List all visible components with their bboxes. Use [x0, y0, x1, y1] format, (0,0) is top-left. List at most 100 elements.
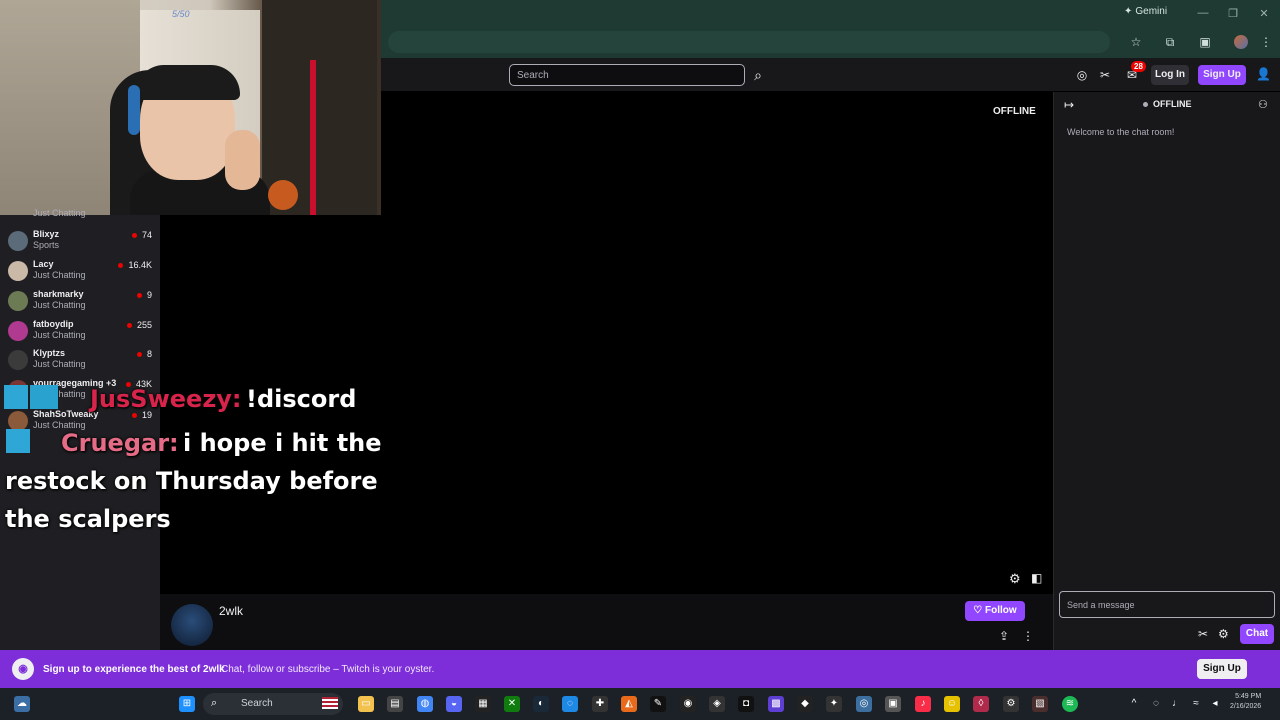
volume-icon[interactable]: ◂	[1207, 696, 1223, 712]
viewer-count: 8	[137, 349, 152, 359]
flag-icon	[322, 697, 338, 709]
sidebar-channel[interactable]: Lacy Just Chatting 16.4K	[0, 257, 160, 287]
follow-label: Follow	[985, 605, 1017, 616]
channel-info-bar	[160, 594, 1053, 650]
person-hand	[225, 130, 260, 190]
file-explorer-icon[interactable]: ▭	[358, 696, 374, 712]
browser-menu-icon[interactable]: ⋮	[1258, 34, 1274, 50]
player-settings-icon[interactable]: ⚙	[1009, 571, 1021, 587]
crown-icon[interactable]: ◎	[1074, 67, 1090, 83]
taskbar-clock[interactable]: 5:49 PM 2/16/2026	[1230, 692, 1261, 712]
chat-send-button[interactable]: Chat	[1240, 624, 1274, 644]
app-icon[interactable]: ◌	[562, 696, 578, 712]
user-icon[interactable]: 👤	[1256, 67, 1271, 81]
overlay-chat-username: Cruegar:	[61, 429, 179, 457]
gemini-button[interactable]: ✦ Gemini	[1124, 6, 1167, 17]
app-icon[interactable]: ◭	[621, 696, 637, 712]
search-input[interactable]: Search	[509, 64, 745, 86]
overlay-chat-message: i hope i hit the	[183, 429, 382, 457]
chrome-icon[interactable]: ◍	[417, 696, 433, 712]
channel-name: Klyptzs	[33, 348, 66, 358]
twitch-logo-icon: ◉	[12, 658, 34, 680]
app-icon[interactable]: ◈	[709, 696, 725, 712]
app-icon[interactable]: ▤	[387, 696, 403, 712]
close-button[interactable]: ✕	[1257, 7, 1271, 20]
theatre-mode-icon[interactable]: ◧	[1031, 571, 1042, 585]
heart-icon: ♡	[973, 605, 986, 616]
wifi-icon[interactable]: ≈	[1188, 696, 1204, 712]
basketball	[268, 180, 298, 210]
app-icon[interactable]: ◎	[856, 696, 872, 712]
taskbar-search-icon: ⌕	[211, 697, 218, 709]
network-icon[interactable]: ◌	[1148, 696, 1164, 712]
channel-name: sharkmarky	[33, 289, 84, 299]
app-icon[interactable]: ▦	[475, 696, 491, 712]
app-icon[interactable]: ◘	[738, 696, 754, 712]
channel-avatar	[8, 261, 28, 281]
clock-time: 5:49 PM	[1235, 693, 1262, 700]
microphone-icon[interactable]: ♩	[1169, 696, 1185, 712]
bookmark-star-icon[interactable]: ☆	[1128, 34, 1144, 50]
channel-avatar	[8, 291, 28, 311]
login-button[interactable]: Log In	[1151, 65, 1189, 85]
start-icon[interactable]: ⊞	[179, 696, 195, 712]
discord-icon[interactable]: ◒	[446, 696, 462, 712]
maximize-button[interactable]: ❐	[1226, 7, 1240, 20]
prime-icon[interactable]: ✂	[1097, 67, 1113, 83]
sidebar-channel[interactable]: Blixyz Sports 74	[0, 227, 160, 257]
channel-name: Lacy	[33, 259, 54, 269]
app-icon[interactable]: ⚙	[1003, 696, 1019, 712]
app-icon[interactable]: ◊	[973, 696, 989, 712]
channel-avatar[interactable]	[171, 604, 213, 646]
search-icon[interactable]: ⌕	[747, 64, 769, 86]
chat-panel	[1053, 92, 1280, 650]
share-icon[interactable]: ⇪	[999, 629, 1009, 643]
spotify-icon[interactable]: ≋	[1062, 696, 1078, 712]
channel-name[interactable]: 2wlk	[219, 604, 243, 618]
banner-headline: Sign up to experience the best of 2wlk	[43, 664, 225, 675]
app-icon[interactable]: ▧	[1032, 696, 1048, 712]
overlay-chat-username: JusSweezy:	[90, 385, 242, 413]
address-bar[interactable]	[388, 31, 1110, 53]
app-icon[interactable]: ◆	[797, 696, 813, 712]
led-strip	[310, 60, 316, 215]
chat-status: OFFLINE	[1143, 99, 1192, 109]
sidebar-channel[interactable]: sharkmarky Just Chatting 9	[0, 287, 160, 317]
banner-signup-button[interactable]: Sign Up	[1197, 659, 1247, 679]
chat-message-input[interactable]: Send a message	[1059, 591, 1275, 618]
widgets-icon[interactable]: ☁	[14, 696, 30, 712]
obs-icon[interactable]: ◉	[680, 696, 696, 712]
app-icon[interactable]: ✎	[650, 696, 666, 712]
app-icon[interactable]: ▩	[768, 696, 784, 712]
signup-button[interactable]: Sign Up	[1198, 65, 1246, 85]
more-options-icon[interactable]: ⋮	[1022, 629, 1034, 643]
viewer-count: 74	[132, 230, 152, 240]
steam-icon[interactable]: ◐	[533, 696, 549, 712]
sidebar-channel[interactable]: Klyptzs Just Chatting 8	[0, 346, 160, 376]
app-icon[interactable]: ✦	[826, 696, 842, 712]
sidepanel-icon[interactable]: ▣	[1197, 34, 1213, 50]
sidebar-partial-item: Just Chatting	[0, 208, 160, 221]
app-icon[interactable]: ☺	[944, 696, 960, 712]
follow-button[interactable]: ♡ Follow	[965, 601, 1025, 621]
channel-name: Blixyz	[33, 229, 60, 239]
minimize-button[interactable]: —	[1196, 7, 1210, 19]
gemini-label: Gemini	[1135, 6, 1168, 17]
xbox-icon[interactable]: ✕	[504, 696, 520, 712]
sidebar-channel[interactable]: fatboydip Just Chatting 255	[0, 317, 160, 347]
chat-settings-icon[interactable]: ⚙	[1218, 627, 1229, 641]
channel-points-icon[interactable]: ✂	[1198, 627, 1208, 641]
overlay-chat-message: the scalpers	[5, 505, 171, 533]
extensions-icon[interactable]: ⧉	[1162, 34, 1178, 50]
channel-category: Just Chatting	[33, 208, 86, 218]
tray-chevron-icon[interactable]: ^	[1126, 696, 1142, 712]
banner-subtext: Chat, follow or subscribe – Twitch is yo…	[221, 664, 435, 675]
app-icon[interactable]: ✚	[592, 696, 608, 712]
app-icon[interactable]: ▣	[885, 696, 901, 712]
community-icon[interactable]: ⚇	[1258, 98, 1268, 111]
profile-avatar[interactable]	[1234, 35, 1248, 49]
music-icon[interactable]: ♪	[915, 696, 931, 712]
collapse-chat-icon[interactable]: ↦	[1064, 98, 1074, 112]
person-hat	[135, 65, 240, 100]
chat-badge-icon	[6, 429, 30, 453]
